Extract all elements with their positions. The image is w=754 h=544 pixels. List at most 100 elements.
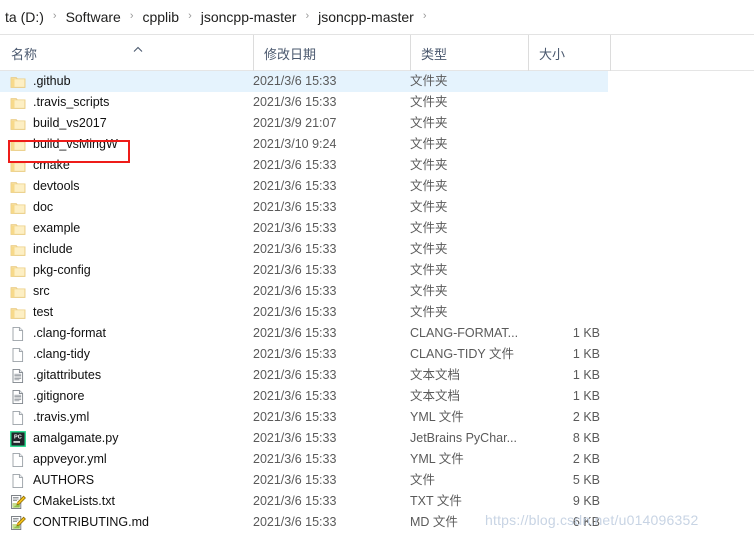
file-date-cell: 2021/3/6 15:33 <box>253 389 337 403</box>
table-row[interactable]: .travis_scripts 2021/3/6 15:33 文件夹 <box>0 92 754 113</box>
file-type-cell: 文件夹 <box>410 200 448 214</box>
text-document-icon <box>10 389 26 405</box>
file-date-cell: 2021/3/6 15:33 <box>253 347 337 361</box>
breadcrumb-item[interactable]: jsoncpp-master <box>315 7 417 27</box>
file-name-cell[interactable]: .gitignore <box>10 386 84 407</box>
breadcrumb-item[interactable]: ta (D:) <box>2 7 47 27</box>
table-row[interactable]: .github 2021/3/6 15:33 文件夹 <box>0 71 754 92</box>
file-name-cell[interactable]: build_vsMingW <box>10 134 118 155</box>
file-name-cell[interactable]: .github <box>10 71 71 92</box>
file-date-cell: 2021/3/6 15:33 <box>253 158 337 172</box>
file-name-label: .gitattributes <box>33 368 102 382</box>
file-type-cell: 文件夹 <box>410 305 448 319</box>
text-document-icon <box>10 368 26 384</box>
file-name-cell[interactable]: .gitattributes <box>10 365 101 386</box>
table-row[interactable]: src 2021/3/6 15:33 文件夹 <box>0 281 754 302</box>
file-type-cell: 文件夹 <box>410 284 448 298</box>
table-row[interactable]: doc 2021/3/6 15:33 文件夹 <box>0 197 754 218</box>
column-header-date-label: 修改日期 <box>264 46 317 62</box>
table-row[interactable]: cmake 2021/3/6 15:33 文件夹 <box>0 155 754 176</box>
chevron-right-icon[interactable]: › <box>47 6 63 26</box>
file-name-cell[interactable]: doc <box>10 197 53 218</box>
file-date-cell: 2021/3/6 15:33 <box>253 410 337 424</box>
file-name-label: CONTRIBUTING.md <box>33 515 149 529</box>
folder-icon <box>10 305 26 321</box>
table-row[interactable]: .clang-tidy 2021/3/6 15:33 CLANG-TIDY 文件 1 … <box>0 344 754 365</box>
table-row[interactable]: AUTHORS 2021/3/6 15:33 文件 5 KB <box>0 470 754 491</box>
table-row[interactable]: test 2021/3/6 15:33 文件夹 <box>0 302 754 323</box>
table-row[interactable]: appveyor.yml 2021/3/6 15:33 YML 文件 2 KB <box>0 449 754 470</box>
breadcrumb-item[interactable]: Software <box>63 7 124 27</box>
file-name-cell[interactable]: PC amalgamate.py <box>10 428 118 449</box>
folder-icon <box>10 242 26 258</box>
column-header-type[interactable]: 类型 <box>410 35 528 71</box>
file-name-cell[interactable]: devtools <box>10 176 80 197</box>
table-row[interactable]: .gitattributes 2021/3/6 15:33 文本文档 1 KB <box>0 365 754 386</box>
column-header-size[interactable]: 大小 <box>528 35 610 71</box>
file-type-cell: 文本文档 <box>410 389 461 403</box>
file-name-cell[interactable]: include <box>10 239 73 260</box>
file-name-cell[interactable]: .clang-format <box>10 323 106 344</box>
file-size-cell: 1 KB <box>572 389 600 403</box>
table-row[interactable]: include 2021/3/6 15:33 文件夹 <box>0 239 754 260</box>
file-name-cell[interactable]: AUTHORS <box>10 470 94 491</box>
table-row[interactable]: .travis.yml 2021/3/6 15:33 YML 文件 2 KB <box>0 407 754 428</box>
file-name-cell[interactable]: pkg-config <box>10 260 91 281</box>
file-size-cell: 1 KB <box>572 368 600 382</box>
file-type-cell: 文件夹 <box>410 179 448 193</box>
file-name-label: include <box>33 242 73 256</box>
file-date-cell: 2021/3/6 15:33 <box>253 284 337 298</box>
file-name-label: pkg-config <box>33 263 91 277</box>
folder-icon <box>10 284 26 300</box>
table-row[interactable]: pkg-config 2021/3/6 15:33 文件夹 <box>0 260 754 281</box>
table-row[interactable]: PC amalgamate.py 2021/3/6 15:33 JetBrains P… <box>0 428 754 449</box>
table-row[interactable]: build_vs2017 2021/3/9 21:07 文件夹 <box>0 113 754 134</box>
chevron-right-icon[interactable]: › <box>124 6 140 26</box>
file-size-cell: 9 KB <box>572 494 600 508</box>
file-name-cell[interactable]: .travis.yml <box>10 407 89 428</box>
chevron-right-icon[interactable]: › <box>299 6 315 26</box>
table-row[interactable]: .clang-format 2021/3/6 15:33 CLANG-FORMAT.… <box>0 323 754 344</box>
chevron-right-icon[interactable]: › <box>417 6 433 26</box>
file-size-cell: 1 KB <box>572 347 600 361</box>
column-header-name-label: 名称 <box>11 46 38 62</box>
file-name-cell[interactable]: cmake <box>10 155 70 176</box>
table-row[interactable]: CMakeLists.txt 2021/3/6 15:33 TXT 文件 9 KB <box>0 491 754 512</box>
column-header-type-label: 类型 <box>421 46 448 62</box>
table-row[interactable]: example 2021/3/6 15:33 文件夹 <box>0 218 754 239</box>
file-name-label: .travis_scripts <box>33 95 110 109</box>
file-name-cell[interactable]: test <box>10 302 53 323</box>
file-name-cell[interactable]: appveyor.yml <box>10 449 107 470</box>
file-list[interactable]: .github 2021/3/6 15:33 文件夹 .travis_scripts 2… <box>0 71 754 533</box>
file-size-cell: 1 KB <box>572 326 600 340</box>
table-row[interactable]: .gitignore 2021/3/6 15:33 文本文档 1 KB <box>0 386 754 407</box>
watermark-text: https://blog.csdn.net/u014096352 <box>485 512 699 528</box>
chevron-right-icon[interactable]: › <box>182 6 198 26</box>
file-name-label: build_vsMingW <box>33 137 118 151</box>
file-name-label: build_vs2017 <box>33 116 107 130</box>
column-header-size-label: 大小 <box>539 46 566 62</box>
file-name-cell[interactable]: build_vs2017 <box>10 113 107 134</box>
file-name-cell[interactable]: example <box>10 218 80 239</box>
breadcrumb-item[interactable]: jsoncpp-master <box>198 7 300 27</box>
file-type-cell: CLANG-FORMAT... <box>410 326 519 340</box>
breadcrumb-item[interactable]: cpplib <box>139 7 182 27</box>
file-date-cell: 2021/3/6 15:33 <box>253 368 337 382</box>
breadcrumb[interactable]: ta (D:) › Software › cpplib › jsoncpp-master › j… <box>0 0 754 35</box>
column-header-date-modified[interactable]: 修改日期 <box>253 35 410 71</box>
blank-file-icon <box>10 326 26 342</box>
file-name-cell[interactable]: src <box>10 281 50 302</box>
file-type-cell: 文件夹 <box>410 263 448 277</box>
file-name-label: test <box>33 305 54 319</box>
column-header-name[interactable]: 名称 <box>0 35 253 71</box>
file-name-cell[interactable]: .clang-tidy <box>10 344 90 365</box>
folder-icon <box>10 137 26 153</box>
file-name-cell[interactable]: CMakeLists.txt <box>10 491 115 512</box>
folder-icon <box>10 200 26 216</box>
folder-icon <box>10 179 26 195</box>
file-name-cell[interactable]: CONTRIBUTING.md <box>10 512 149 533</box>
file-name-cell[interactable]: .travis_scripts <box>10 92 109 113</box>
table-row[interactable]: build_vsMingW 2021/3/10 9:24 文件夹 <box>0 134 754 155</box>
table-row[interactable]: devtools 2021/3/6 15:33 文件夹 <box>0 176 754 197</box>
file-type-cell: 文件夹 <box>410 221 448 235</box>
